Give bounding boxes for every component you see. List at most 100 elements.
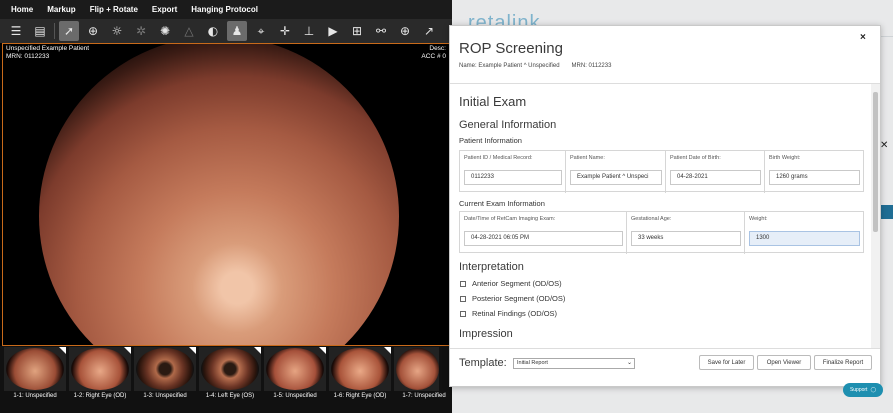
scrollbar-thumb[interactable] bbox=[873, 92, 878, 232]
field-label: Gestational Age: bbox=[631, 216, 672, 222]
field-label: Weight: bbox=[749, 216, 768, 222]
birth-weight-input[interactable]: 1260 grams bbox=[769, 170, 860, 185]
thumbnail-image bbox=[266, 348, 324, 390]
pointer-icon[interactable]: ➚ bbox=[59, 21, 79, 41]
image-viewer: Home Markup Flip + Rotate Export Hanging… bbox=[0, 0, 452, 413]
modal-body: Initial Exam General Information Patient… bbox=[450, 84, 870, 348]
patient-mrn-label: MRN: 0112233 bbox=[571, 63, 612, 69]
modal-subtitle: Name: Example Patient ^ Unspecified MRN:… bbox=[459, 63, 611, 69]
thumbnail[interactable]: 1-3: Unspecified bbox=[134, 347, 196, 399]
field-exam-datetime: Date/Time of RetCam Imaging Exam: 04-28-… bbox=[460, 212, 627, 254]
magnify-icon[interactable]: ⊕ bbox=[83, 21, 103, 41]
checkbox-posterior-segment[interactable]: Posterior Segment (OD/OS) bbox=[460, 294, 565, 303]
thumbnail-corner-icon bbox=[319, 347, 326, 354]
checkbox-retinal-findings[interactable]: Retinal Findings (OD/OS) bbox=[460, 309, 557, 318]
thumbnail-label: 1-1: Unspecified bbox=[13, 393, 57, 399]
menu-markup[interactable]: Markup bbox=[47, 5, 75, 14]
crosshair-icon[interactable]: ⌖ bbox=[251, 21, 271, 41]
person-icon[interactable]: ♟ bbox=[227, 21, 247, 41]
thumbnail-image bbox=[396, 348, 439, 390]
link-icon[interactable]: ⚯ bbox=[371, 21, 391, 41]
field-birth-weight: Birth Weight: 1260 grams bbox=[765, 151, 864, 193]
modal-title: ROP Screening bbox=[459, 40, 563, 57]
gestational-age-input[interactable]: 33 weeks bbox=[631, 231, 741, 246]
field-patient-id: Patient ID / Medical Record: 0112233 bbox=[460, 151, 566, 193]
dob-input[interactable]: 04-28-2021 bbox=[670, 170, 761, 185]
patient-name-input[interactable]: Example Patient ^ Unspeci bbox=[570, 170, 662, 185]
thumbnail-corner-icon bbox=[384, 347, 391, 354]
chat-icon: ◯ bbox=[870, 387, 877, 393]
thumbnail-corner-icon bbox=[124, 347, 131, 354]
thumbnail-label: 1-2: Right Eye (OD) bbox=[73, 393, 127, 399]
menu-hanging-protocol[interactable]: Hanging Protocol bbox=[191, 5, 258, 14]
menu-export[interactable]: Export bbox=[152, 5, 177, 14]
thumbnail-corner-icon bbox=[189, 347, 196, 354]
thumbnail-image bbox=[331, 348, 389, 390]
viewer-footer bbox=[0, 402, 452, 413]
patient-info-fields: Patient ID / Medical Record: 0112233 Pat… bbox=[459, 150, 864, 193]
patient-id-input[interactable]: 0112233 bbox=[464, 170, 562, 185]
field-label: Patient ID / Medical Record: bbox=[464, 155, 533, 161]
thumbnail[interactable]: 1-7: Unspecified bbox=[394, 347, 446, 399]
layout-icon[interactable]: ⊞ bbox=[347, 21, 367, 41]
thumbnail-strip: 1-1: Unspecified 1-2: Right Eye (OD) 1-3… bbox=[0, 346, 452, 402]
thumbnail[interactable]: 1-1: Unspecified bbox=[4, 347, 66, 399]
open-viewer-button[interactable]: Open Viewer bbox=[757, 355, 811, 370]
field-dob: Patient Date of Birth: 04-28-2021 bbox=[666, 151, 765, 193]
close-icon[interactable]: × bbox=[860, 32, 866, 43]
thumbnail[interactable]: 1-2: Right Eye (OD) bbox=[69, 347, 131, 399]
field-label: Patient Date of Birth: bbox=[670, 155, 721, 161]
exam-info-fields: Date/Time of RetCam Imaging Exam: 04-28-… bbox=[459, 211, 864, 254]
invert-icon[interactable]: ◐ bbox=[203, 21, 223, 41]
arrow-icon[interactable]: ↗ bbox=[419, 21, 439, 41]
viewer-toolbar: ☰ ▤ ➚ ⊕ ☼ ✲ ✺ △ ◐ ♟ ⌖ ✛ ⊥ ▶ ⊞ ⚯ ⊕ ↗ bbox=[0, 19, 452, 43]
checkbox-icon[interactable] bbox=[460, 310, 466, 317]
exam-datetime-input[interactable]: 04-28-2021 06:05 PM bbox=[464, 231, 623, 246]
checkbox-anterior-segment[interactable]: Anterior Segment (OD/OS) bbox=[460, 279, 562, 288]
play-icon[interactable]: ▶ bbox=[323, 21, 343, 41]
field-label: Date/Time of RetCam Imaging Exam: bbox=[464, 216, 556, 222]
thumbnail-label: 1-6: Right Eye (OD) bbox=[333, 393, 387, 399]
template-select-value: Initial Report bbox=[517, 360, 548, 366]
viewer-menubar: Home Markup Flip + Rotate Export Hanging… bbox=[0, 0, 452, 19]
thumbnail-corner-icon bbox=[254, 347, 261, 354]
contrast-icon[interactable]: ✲ bbox=[131, 21, 151, 41]
heading-current-exam: Current Exam Information bbox=[459, 199, 545, 208]
sun-icon[interactable]: ✺ bbox=[155, 21, 175, 41]
section-initial-exam: Initial Exam bbox=[459, 94, 527, 109]
thumbnail-image bbox=[6, 348, 64, 390]
anvil-icon[interactable]: ⊥ bbox=[299, 21, 319, 41]
chevron-down-icon: ⌄ bbox=[626, 360, 632, 366]
finalize-report-button[interactable]: Finalize Report bbox=[814, 355, 872, 370]
weight-input[interactable]: 1300 bbox=[749, 231, 860, 246]
field-label: Patient Name: bbox=[570, 155, 605, 161]
thumbnail[interactable]: 1-5: Unspecified bbox=[264, 347, 326, 399]
thumbnail-label: 1-3: Unspecified bbox=[143, 393, 187, 399]
list-icon[interactable]: ☰ bbox=[6, 21, 26, 41]
field-label: Birth Weight: bbox=[769, 155, 801, 161]
patient-name-label: Name: Example Patient ^ Unspecified bbox=[459, 63, 560, 69]
zoom-icon[interactable]: ⊕ bbox=[395, 21, 415, 41]
thumbnail[interactable]: 1-4: Left Eye (OS) bbox=[199, 347, 261, 399]
triangle-icon[interactable]: △ bbox=[179, 21, 199, 41]
brightness-icon[interactable]: ☼ bbox=[107, 21, 127, 41]
save-for-later-button[interactable]: Save for Later bbox=[699, 355, 754, 370]
plus-icon[interactable]: ✛ bbox=[275, 21, 295, 41]
modal-scrollbar[interactable] bbox=[871, 84, 880, 348]
document-icon[interactable]: ▤ bbox=[30, 21, 50, 41]
thumbnail-image bbox=[136, 348, 194, 390]
field-weight: Weight: 1300 bbox=[745, 212, 864, 254]
heading-patient-information: Patient Information bbox=[459, 136, 522, 145]
fundus-viewport[interactable]: Unspecified Example Patient MRN: 0112233… bbox=[2, 43, 450, 346]
background-button[interactable] bbox=[880, 205, 893, 219]
thumbnail-image bbox=[71, 348, 129, 390]
checkbox-icon[interactable] bbox=[460, 280, 466, 287]
menu-flip-rotate[interactable]: Flip + Rotate bbox=[90, 5, 138, 14]
menu-home[interactable]: Home bbox=[11, 5, 33, 14]
background-close-icon[interactable]: ✕ bbox=[880, 140, 888, 151]
overlay-mrn: MRN: 0112233 bbox=[6, 53, 50, 60]
thumbnail[interactable]: 1-6: Right Eye (OD) bbox=[329, 347, 391, 399]
checkbox-icon[interactable] bbox=[460, 295, 466, 302]
support-button[interactable]: Support ◯ bbox=[843, 383, 883, 397]
template-select[interactable]: Initial Report ⌄ bbox=[513, 358, 635, 369]
